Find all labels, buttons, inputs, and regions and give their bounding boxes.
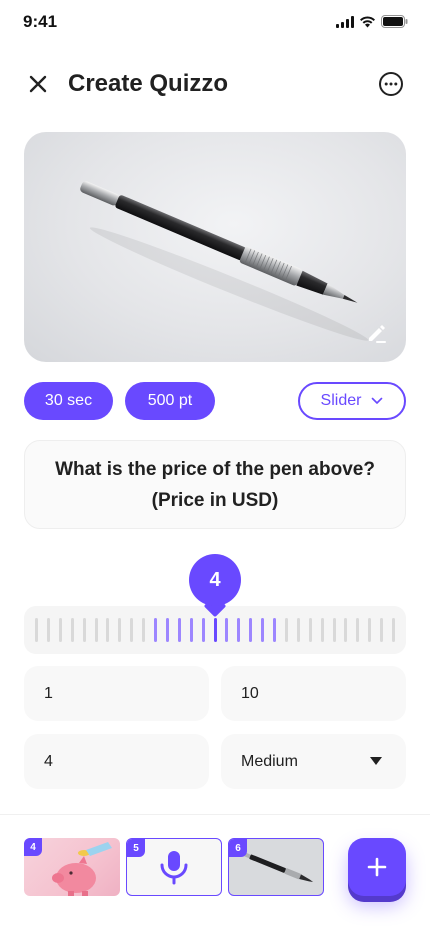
min-value-field[interactable]: 1 [24, 666, 209, 721]
question-thumbnail-5[interactable]: 5 [126, 838, 222, 896]
wifi-icon [360, 15, 375, 27]
slider-tick [249, 618, 253, 642]
slider-tick [35, 618, 38, 642]
question-thumbnail-4[interactable]: 4 [24, 838, 120, 896]
page-title: Create Quizzo [68, 70, 229, 97]
more-options-icon[interactable] [378, 71, 404, 97]
thumbnail-number: 4 [24, 838, 42, 856]
slider-tick [154, 618, 157, 642]
slider-tick [165, 618, 169, 642]
slider-tick [82, 618, 86, 642]
slider-value: 4 [209, 568, 221, 591]
answer-value-field[interactable]: 4 [24, 734, 209, 789]
question-type-dropdown[interactable]: Slider [298, 382, 406, 420]
add-question-button[interactable] [348, 838, 406, 896]
slider-tick [201, 618, 205, 642]
min-value: 1 [44, 684, 53, 702]
slider-tick [284, 618, 288, 642]
points-button[interactable]: 500 pt [125, 382, 215, 420]
question-cover-image [24, 132, 406, 362]
slider-tick [58, 618, 62, 642]
slider-value-bubble[interactable]: 4 [189, 554, 241, 606]
max-value: 10 [241, 684, 259, 702]
divider [0, 814, 430, 815]
slider-tick [237, 618, 241, 642]
slider-tick [392, 618, 395, 642]
slider-tick [213, 618, 217, 642]
close-icon[interactable] [26, 72, 50, 96]
slider-tick [177, 618, 181, 642]
edit-icon[interactable] [366, 322, 388, 344]
slider-tick [273, 618, 276, 642]
question-type-label: Slider [320, 392, 362, 409]
slider-tick [106, 618, 110, 642]
pen-image [80, 181, 369, 341]
battery-icon [381, 15, 408, 28]
slider-tick [380, 618, 384, 642]
slider-tick [94, 618, 98, 642]
difficulty-dropdown[interactable]: Medium [221, 734, 406, 789]
slider-tick [296, 618, 300, 642]
status-icons [336, 15, 408, 28]
difficulty-label: Medium [241, 752, 298, 770]
question-text: What is the price of the pen above? (Pri… [55, 458, 375, 511]
slider-tick [308, 618, 312, 642]
max-value-field[interactable]: 10 [221, 666, 406, 721]
question-thumbnail-6[interactable]: 6 [228, 838, 324, 896]
slider-tick [261, 618, 265, 642]
slider-tick [70, 618, 74, 642]
signal-icon [336, 15, 354, 28]
slider-tick [368, 618, 372, 642]
answer-value: 4 [44, 752, 53, 770]
header: Create Quizzo [0, 62, 430, 106]
slider-tick [142, 618, 146, 642]
slider-tick [356, 618, 360, 642]
time-limit-label: 30 sec [44, 392, 93, 409]
thumbnail-number: 6 [229, 839, 247, 857]
slider-tick [344, 618, 348, 642]
slider-tick [332, 618, 336, 642]
chevron-down-icon [372, 397, 383, 404]
points-label: 500 pt [147, 392, 193, 409]
time-limit-button[interactable]: 30 sec [24, 382, 113, 420]
slider-tick [130, 618, 134, 642]
status-bar: 9:41 [0, 0, 430, 44]
thumbnail-number: 5 [127, 839, 145, 857]
slider-tick [118, 618, 122, 642]
status-time: 9:41 [23, 12, 58, 31]
slider-tick [46, 618, 50, 642]
slider-tick [189, 618, 193, 642]
slider-tick [320, 618, 324, 642]
question-text-field[interactable]: What is the price of the pen above? (Pri… [24, 440, 406, 529]
caret-down-icon [370, 757, 382, 765]
plus-icon [367, 857, 387, 877]
slider-tick [225, 618, 229, 642]
